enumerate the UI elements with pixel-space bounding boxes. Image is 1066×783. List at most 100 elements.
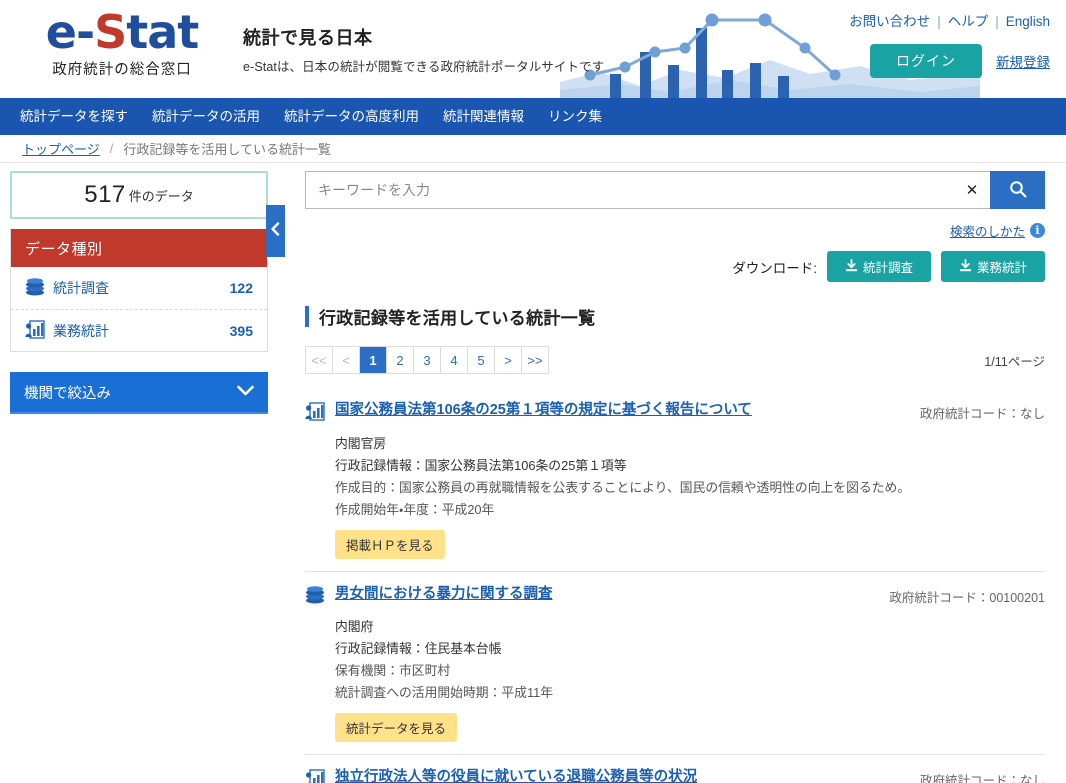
- result-list: 国家公務員法第106条の25第１項等の規定に基づく報告について 政府統計コード：…: [305, 388, 1045, 783]
- main-content: ✕ 検索のしかた i ダウンロード:: [305, 171, 1045, 783]
- global-navigation: 統計データを探す 統計データの活用 統計データの高度利用 統計関連情報 リンク集: [0, 98, 1066, 135]
- login-button[interactable]: ログイン: [870, 44, 982, 78]
- download-row: ダウンロード: 統計調査 業務統計: [305, 251, 1045, 282]
- list-item: 独立行政法人等の役員に就いている退職公務員等の状況 政府統計コード：なし 内閣官…: [305, 754, 1045, 783]
- pagination-info: 1/11ページ: [984, 354, 1045, 369]
- pagination-page-2[interactable]: 2: [387, 347, 414, 373]
- pagination-page-5[interactable]: 5: [468, 347, 495, 373]
- bar-person-icon: [25, 319, 45, 342]
- register-link[interactable]: 新規登録: [996, 51, 1050, 71]
- breadcrumb-current: 行政記録等を活用している統計一覧: [123, 142, 331, 157]
- organization-filter-toggle[interactable]: 機関で絞込み: [10, 372, 268, 414]
- result-action-tag[interactable]: 掲載ＨＰを見る: [335, 530, 445, 559]
- logo-part-e: e-: [45, 5, 95, 59]
- download-statistical-survey-button[interactable]: 統計調査: [827, 251, 931, 282]
- list-item: 男女間における暴力に関する調査 政府統計コード：00100201 内閣府 行政記…: [305, 571, 1045, 754]
- result-meta-line: 行政記録情報：国家公務員法第106条の25第１項等: [335, 458, 627, 473]
- nav-item-use-data[interactable]: 統計データの活用: [140, 98, 272, 135]
- chevron-down-icon: [237, 384, 254, 400]
- title-accent-bar: [305, 306, 309, 327]
- pagination-next[interactable]: >: [495, 347, 522, 373]
- list-item: 国家公務員法第106条の25第１項等の規定に基づく報告について 政府統計コード：…: [305, 388, 1045, 571]
- result-stat-code: 政府統計コード：なし: [919, 774, 1045, 783]
- breadcrumb-home[interactable]: トップページ: [22, 139, 100, 158]
- facet-count-business-statistics: 395: [229, 322, 253, 339]
- site-header: e-Stat 政府統計の総合窓口 統計で見る日本 e-Statは、日本の統計が閲…: [0, 0, 1066, 98]
- pagination-page-1[interactable]: 1: [360, 347, 387, 373]
- sidebar: 517 件のデータ データ種別 統計調査 122 業務統計 395 機関で絞込み: [10, 171, 268, 414]
- bar-person-icon: [305, 402, 327, 426]
- search-icon: [1009, 180, 1027, 201]
- nav-item-advanced-use[interactable]: 統計データの高度利用: [272, 98, 431, 135]
- search-submit-button[interactable]: [990, 171, 1045, 209]
- download-business-statistics-button[interactable]: 業務統計: [941, 251, 1045, 282]
- nav-item-related-info[interactable]: 統計関連情報: [431, 98, 536, 135]
- result-header: 独立行政法人等の役員に就いている退職公務員等の状況 政府統計コード：なし: [305, 768, 1045, 783]
- result-organization: 内閣官房: [335, 436, 387, 451]
- download-icon: [845, 258, 858, 275]
- result-details: 内閣官房 行政記録情報：国家公務員法第106条の25第１項等 作成目的：国家公務…: [335, 433, 1045, 559]
- pagination-page-3[interactable]: 3: [414, 347, 441, 373]
- result-meta-line: 行政記録情報：住民基本台帳: [335, 641, 502, 656]
- nav-item-search-data[interactable]: 統計データを探す: [8, 98, 140, 135]
- english-link[interactable]: English: [1006, 14, 1050, 29]
- help-link[interactable]: ヘルプ: [948, 14, 989, 29]
- bar-person-icon: [305, 769, 327, 783]
- breadcrumb-separator: /: [109, 141, 114, 156]
- result-header: 国家公務員法第106条の25第１項等の規定に基づく報告について 政府統計コード：…: [305, 401, 1045, 426]
- pagination-row: << < 1 2 3 4 5 > >> 1/11ページ: [305, 346, 1045, 374]
- logo-part-tat: tat: [126, 5, 199, 59]
- result-stat-code: 政府統計コード：なし: [919, 407, 1045, 421]
- search-howto-row: 検索のしかた i: [305, 221, 1045, 240]
- page-body: 517 件のデータ データ種別 統計調査 122 業務統計 395 機関で絞込み…: [0, 163, 1066, 783]
- pagination-first[interactable]: <<: [306, 347, 333, 373]
- chevron-left-icon: [271, 221, 280, 241]
- search-clear-button[interactable]: ✕: [954, 171, 990, 209]
- pagination-last[interactable]: >>: [522, 347, 549, 373]
- facet-item-business-statistics[interactable]: 業務統計 395: [11, 309, 267, 351]
- result-header: 男女間における暴力に関する調査 政府統計コード：00100201: [305, 585, 1045, 609]
- contact-link[interactable]: お問い合わせ: [849, 14, 930, 29]
- breadcrumb: トップページ / 行政記録等を活用している統計一覧: [0, 135, 1066, 163]
- download-label: ダウンロード:: [732, 260, 817, 276]
- page-title-text: 行政記録等を活用している統計一覧: [319, 309, 596, 328]
- stack-icon: [25, 277, 45, 299]
- download-statistical-survey-label: 統計調査: [862, 261, 913, 275]
- result-details: 内閣府 行政記録情報：住民基本台帳 保有機関：市区町村 統計調査への活用開始時期…: [335, 616, 1045, 742]
- link-divider-2: |: [995, 14, 999, 29]
- pagination-prev[interactable]: <: [333, 347, 360, 373]
- result-title-link[interactable]: 国家公務員法第106条の25第１項等の規定に基づく報告について: [335, 401, 904, 421]
- result-count-unit: 件のデータ: [128, 188, 194, 204]
- data-type-facet-title: データ種別: [11, 229, 267, 267]
- search-bar: ✕: [305, 171, 1045, 209]
- result-action-tag[interactable]: 統計データを見る: [335, 713, 458, 742]
- logo-subtitle: 政府統計の総合窓口: [52, 62, 192, 79]
- tagline-subtitle: e-Statは、日本の統計が閲覧できる政府統計ポータルサイトです: [243, 60, 605, 74]
- page-title: 行政記録等を活用している統計一覧: [305, 304, 1045, 329]
- logo-part-s: S: [94, 5, 127, 59]
- utility-links: お問い合わせ | ヘルプ | English: [849, 10, 1050, 30]
- result-meta-line: 作成開始年・年度：平成20年: [335, 502, 495, 517]
- info-icon[interactable]: i: [1030, 223, 1045, 238]
- search-howto-link[interactable]: 検索のしかた: [950, 221, 1025, 240]
- nav-item-links[interactable]: リンク集: [536, 98, 614, 135]
- data-type-facet-card: データ種別 統計調査 122 業務統計 395: [10, 229, 268, 352]
- site-logo[interactable]: e-Stat 政府統計の総合窓口: [22, 8, 222, 79]
- tagline-title: 統計で見る日本: [243, 28, 373, 48]
- facet-item-statistical-survey[interactable]: 統計調査 122: [11, 267, 267, 309]
- site-tagline: 統計で見る日本 e-Statは、日本の統計が閲覧できる政府統計ポータルサイトです: [243, 24, 643, 75]
- organization-filter-label: 機関で絞込み: [24, 385, 111, 402]
- logo-wordmark: e-Stat: [22, 8, 222, 56]
- pagination-page-4[interactable]: 4: [441, 347, 468, 373]
- sidebar-collapse-button[interactable]: [266, 205, 285, 257]
- result-meta-line: 作成目的：国家公務員の再就職情報を公表することにより、国民の信頼や透明性の向上を…: [335, 480, 911, 495]
- result-title-link[interactable]: 独立行政法人等の役員に就いている退職公務員等の状況: [335, 768, 904, 783]
- search-input[interactable]: [305, 171, 954, 209]
- download-business-statistics-label: 業務統計: [976, 261, 1027, 275]
- result-title-link[interactable]: 男女間における暴力に関する調査: [335, 585, 873, 605]
- result-meta-line: 統計調査への活用開始時期：平成11年: [335, 685, 554, 700]
- facet-label-business-statistics: 業務統計: [53, 322, 109, 339]
- result-count-box: 517 件のデータ: [10, 171, 268, 219]
- result-meta-line: 保有機関：市区町村: [335, 663, 451, 678]
- result-count-number: 517: [84, 181, 126, 208]
